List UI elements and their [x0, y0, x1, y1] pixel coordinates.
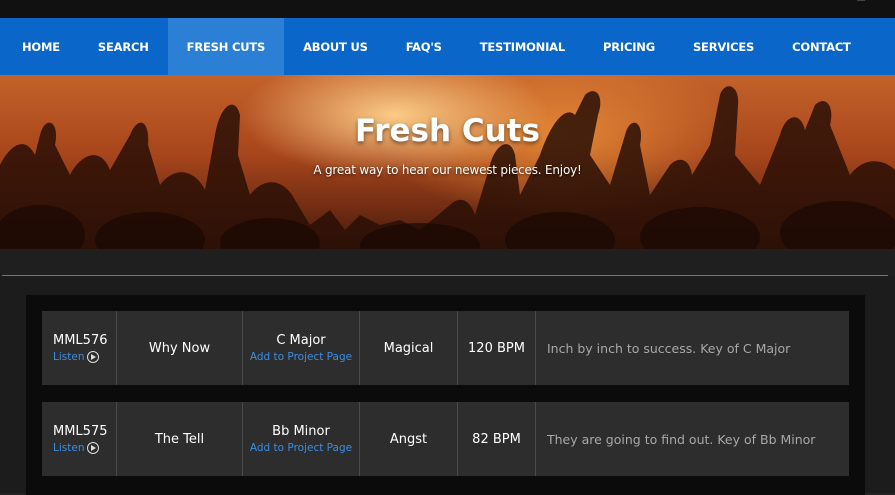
listen-label: Listen: [53, 351, 85, 363]
track-mood: Angst: [360, 402, 458, 476]
track-code: MML576: [53, 333, 108, 348]
track-key: C Major: [276, 333, 326, 348]
track-code-cell: MML575 Listen: [42, 402, 117, 476]
nav-item-home[interactable]: HOME: [3, 18, 79, 75]
play-icon: [87, 351, 100, 363]
top-bar-icon: [857, 0, 865, 1]
nav-item-contact[interactable]: CONTACT: [773, 18, 870, 75]
tracks-panel: MML576 Listen Why Now C Major Add to Pro…: [26, 295, 865, 495]
listen-button[interactable]: Listen: [53, 442, 100, 454]
page-title: Fresh Cuts: [355, 113, 540, 149]
main-nav: HOME SEARCH FRESH CUTS ABOUT US FAQ'S TE…: [0, 18, 895, 75]
nav-item-search[interactable]: SEARCH: [79, 18, 168, 75]
track-bpm: 120 BPM: [458, 311, 536, 385]
track-description: Inch by inch to success. Key of C Major: [547, 340, 791, 356]
track-mood: Magical: [360, 311, 458, 385]
add-to-project-link[interactable]: Add to Project Page: [250, 442, 352, 454]
hero-banner: Fresh Cuts A great way to hear our newes…: [0, 75, 895, 249]
nav-item-testimonial[interactable]: TESTIMONIAL: [461, 18, 584, 75]
track-title: Why Now: [117, 311, 243, 385]
nav-item-about-us[interactable]: ABOUT US: [284, 18, 387, 75]
nav-item-fresh-cuts[interactable]: FRESH CUTS: [167, 18, 285, 75]
listen-button[interactable]: Listen: [53, 351, 100, 363]
track-row: MML575 Listen The Tell Bb Minor Add to P…: [42, 402, 849, 476]
track-title: The Tell: [117, 402, 243, 476]
listen-label: Listen: [53, 442, 85, 454]
track-code: MML575: [53, 424, 108, 439]
track-key: Bb Minor: [272, 424, 330, 439]
nav-item-pricing[interactable]: PRICING: [584, 18, 674, 75]
track-row: MML576 Listen Why Now C Major Add to Pro…: [42, 311, 849, 385]
add-to-project-link[interactable]: Add to Project Page: [250, 351, 352, 363]
play-icon: [87, 442, 100, 454]
track-key-cell: Bb Minor Add to Project Page: [243, 402, 360, 476]
track-code-cell: MML576 Listen: [42, 311, 117, 385]
crowd-image: [0, 86, 895, 249]
tracks-section: MML576 Listen Why Now C Major Add to Pro…: [0, 276, 895, 495]
track-bpm: 82 BPM: [458, 402, 536, 476]
track-description: They are going to find out. Key of Bb Mi…: [547, 431, 816, 447]
nav-item-services[interactable]: SERVICES: [674, 18, 773, 75]
top-bar: [0, 0, 895, 18]
section-divider: [0, 249, 895, 276]
page-subtitle: A great way to hear our newest pieces. E…: [313, 163, 582, 177]
nav-item-faqs[interactable]: FAQ'S: [387, 18, 461, 75]
track-key-cell: C Major Add to Project Page: [243, 311, 360, 385]
